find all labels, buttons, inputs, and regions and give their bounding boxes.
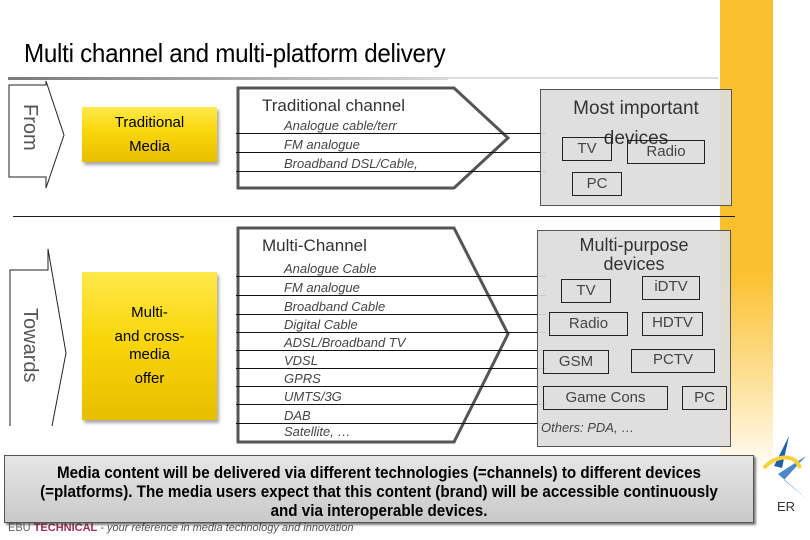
multi-channel-box: Multi-Channel Analogue Cable FM analogue… <box>236 226 546 444</box>
channel-item-label: VDSL <box>284 353 318 369</box>
channel-item: GPRS <box>236 368 546 388</box>
device-radio: Radio <box>549 312 628 336</box>
page-title: Multi channel and multi-platform deliver… <box>24 38 446 68</box>
media-box-line: Traditional <box>114 113 185 131</box>
footer-tagline: - your reference in media technology and… <box>97 522 354 534</box>
media-box-line: Media <box>129 137 170 155</box>
channel-item-label: GPRS <box>284 371 321 387</box>
channel-item: ADSL/Broadband TV <box>236 332 546 352</box>
channel-item-label: Analogue Cable <box>284 261 377 277</box>
channel-item: FM analogue <box>236 277 546 297</box>
footer-brand-ebu: EBU <box>8 522 31 534</box>
channel-item: UMTS/3G <box>236 386 546 406</box>
from-arrow: From <box>8 80 70 190</box>
channel-item-label: Analogue cable/terr <box>284 118 397 134</box>
channel-item-label: ADSL/Broadband TV <box>284 335 406 351</box>
device-hdtv: HDTV <box>642 312 703 336</box>
channel-item-label: Broadband DSL/Cable, <box>284 156 418 172</box>
channel-item: Analogue Cable <box>236 258 546 278</box>
media-box-line: and cross- <box>114 328 185 345</box>
channel-item: DAB <box>236 405 546 425</box>
panel-title-line: devices <box>603 253 665 274</box>
channel-item-label: FM analogue <box>284 137 360 153</box>
channel-item: Broadband Cable <box>236 296 546 316</box>
channel-item: Broadband DSL/Cable, <box>236 153 546 173</box>
device-tv: TV <box>561 279 611 303</box>
most-important-devices-panel: Most important devices TV Radio PC <box>540 89 732 206</box>
other-devices-note: Others: PDA, … <box>541 420 635 435</box>
summary-callout: Media content will be delivered via diff… <box>4 455 754 523</box>
device-gsm: GSM <box>543 350 609 374</box>
section-divider <box>13 216 735 217</box>
channel-title: Multi-Channel <box>262 236 367 255</box>
channel-title: Traditional channel <box>262 96 406 115</box>
channel-item-label: UMTS/3G <box>284 389 342 405</box>
footer: EBU TECHNICAL - your reference in media … <box>8 522 353 534</box>
channel-item: Digital Cable <box>236 314 546 334</box>
title-underline-light <box>448 77 718 79</box>
device-game-console: Game Cons <box>543 386 668 410</box>
panel-title-line: Multi-purpose <box>579 235 689 255</box>
traditional-channel-box: Traditional channel Analogue cable/terr … <box>236 86 546 190</box>
device-pc: PC <box>572 172 622 196</box>
channel-item: Analogue cable/terr <box>236 115 546 135</box>
traditional-media-box: Traditional Media <box>82 107 217 162</box>
device-radio: Radio <box>627 140 705 164</box>
device-pc: PC <box>682 386 727 410</box>
channel-item-label: FM analogue <box>284 280 360 296</box>
multi-cross-media-box: Multi- and cross- media offer <box>82 272 217 420</box>
footer-brand-technical: TECHNICAL <box>33 522 98 534</box>
channel-item: Satellite, … <box>236 424 546 442</box>
multi-purpose-devices-panel: Multi-purpose devices TV iDTV Radio HDTV… <box>537 230 731 447</box>
panel-title: Multi-purpose devices <box>538 236 730 274</box>
summary-text: Media content will be delivered via diff… <box>40 464 718 520</box>
media-box-line: offer <box>134 370 165 387</box>
from-label: From <box>19 104 41 151</box>
device-tv: TV <box>562 137 612 161</box>
device-pctv: PCTV <box>631 349 715 373</box>
logo-text: ER <box>777 499 796 514</box>
title-underline <box>8 77 448 80</box>
channel-item-label: Satellite, … <box>284 424 351 439</box>
device-idtv: iDTV <box>642 276 700 300</box>
channel-item-label: Digital Cable <box>284 317 358 333</box>
channel-item-label: Broadband Cable <box>284 299 386 315</box>
channel-item: FM analogue <box>236 134 546 154</box>
towards-label: Towards <box>19 308 41 383</box>
media-box-line: media <box>129 346 170 363</box>
media-box-line: Multi- <box>131 304 168 321</box>
towards-arrow: Towards <box>8 248 70 428</box>
channel-item-label: DAB <box>284 408 311 424</box>
channel-item: VDSL <box>236 350 546 370</box>
